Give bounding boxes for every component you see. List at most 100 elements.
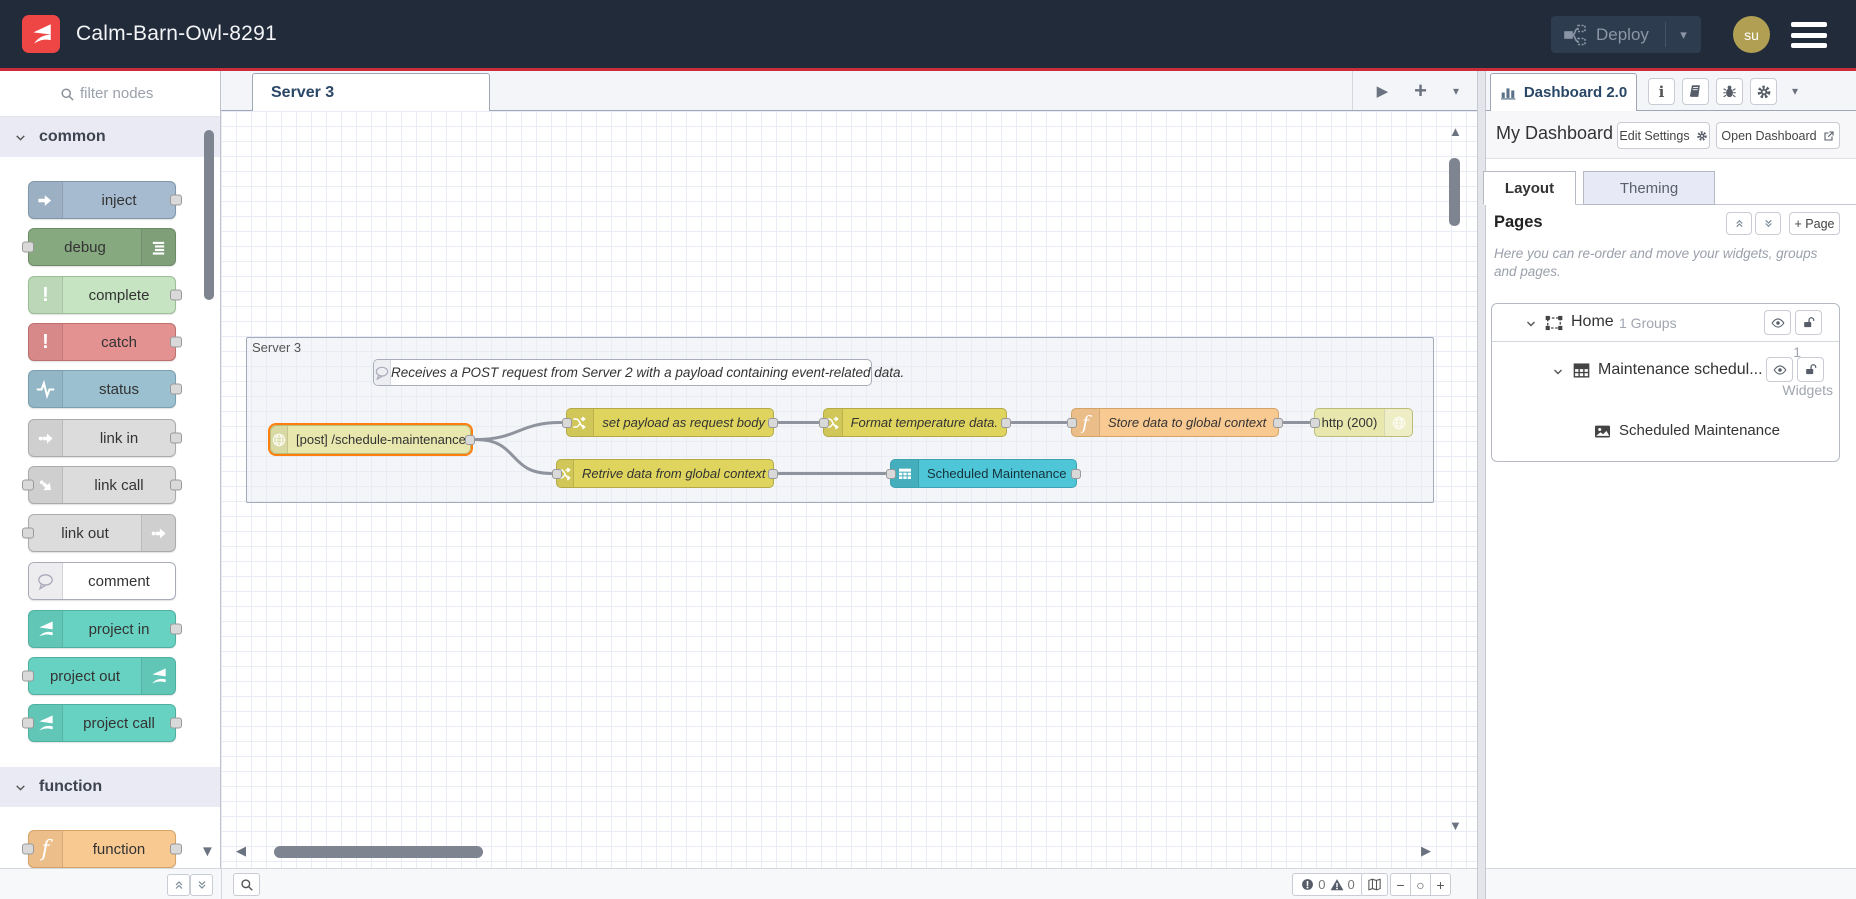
input-port[interactable]: [22, 717, 34, 729]
output-port[interactable]: [170, 336, 182, 348]
notification-counts[interactable]: 0 0: [1292, 873, 1364, 896]
eye-icon: [1771, 317, 1784, 328]
input-port[interactable]: [22, 670, 34, 682]
node-http-in[interactable]: [post] /schedule-maintenance: [268, 423, 475, 456]
help-tab-button[interactable]: [1682, 78, 1709, 105]
palette-scroll-down-icon[interactable]: ▼: [200, 843, 215, 860]
input-port[interactable]: [886, 468, 896, 479]
open-dashboard-button[interactable]: Open Dashboard: [1716, 122, 1840, 149]
output-port[interactable]: [465, 434, 475, 445]
tab-theming[interactable]: Theming: [1583, 171, 1715, 205]
output-port[interactable]: [170, 432, 182, 444]
palette-node-debug[interactable]: debug: [22, 228, 176, 266]
input-port[interactable]: [1310, 417, 1320, 428]
tab-dashboard-2[interactable]: Dashboard 2.0: [1490, 73, 1637, 111]
flow-list-caret-icon[interactable]: ▾: [1453, 84, 1459, 98]
user-avatar[interactable]: su: [1733, 16, 1770, 53]
zoom-out-button[interactable]: −: [1390, 873, 1411, 896]
output-port[interactable]: [170, 289, 182, 301]
scroll-up-icon[interactable]: ▲: [1449, 125, 1462, 138]
input-port[interactable]: [1067, 417, 1077, 428]
tab-layout[interactable]: Layout: [1483, 171, 1576, 205]
scroll-left-icon[interactable]: ◀: [236, 844, 246, 857]
node-ui-table[interactable]: Scheduled Maintenance: [886, 459, 1081, 488]
input-port[interactable]: [819, 417, 829, 428]
move-page-down-button[interactable]: [1755, 212, 1781, 235]
add-page-button[interactable]: + Page: [1789, 212, 1840, 235]
node-comment[interactable]: Receives a POST request from Server 2 wi…: [373, 359, 904, 386]
output-port[interactable]: [170, 479, 182, 491]
palette-node-function[interactable]: f function: [22, 830, 182, 868]
node-format-temperature[interactable]: Format temperature data.: [819, 408, 1011, 437]
output-port[interactable]: [170, 623, 182, 635]
palette-category-function[interactable]: function: [0, 767, 220, 807]
filter-nodes-input[interactable]: [78, 84, 208, 103]
tree-row-page-home[interactable]: Home 1 Groups: [1492, 304, 1839, 342]
move-page-up-button[interactable]: [1726, 212, 1752, 235]
palette-category-common[interactable]: common: [0, 117, 220, 157]
palette-node-project-call[interactable]: project call: [22, 704, 182, 742]
palette-node-project-in[interactable]: project in: [28, 610, 182, 648]
input-port[interactable]: [22, 241, 34, 253]
node-http-response[interactable]: http (200): [1310, 408, 1413, 437]
debug-tab-button[interactable]: [1716, 78, 1743, 105]
minimap-button[interactable]: [1361, 873, 1388, 896]
scroll-right-icon[interactable]: ▶: [1421, 844, 1431, 857]
deploy-options-caret-icon[interactable]: ▾: [1666, 27, 1701, 43]
output-port[interactable]: [170, 383, 182, 395]
tree-row-group-maintenance[interactable]: Maintenance schedul... 1 Widgets: [1492, 342, 1839, 404]
palette-node-project-out[interactable]: project out: [22, 657, 176, 695]
palette-node-catch[interactable]: ! catch: [28, 323, 182, 361]
info-tab-button[interactable]: i: [1648, 78, 1675, 105]
add-flow-icon[interactable]: +: [1414, 78, 1427, 104]
palette-node-inject[interactable]: inject: [28, 181, 182, 219]
palette-collapse-down-button[interactable]: [190, 874, 213, 896]
input-port[interactable]: [22, 527, 34, 539]
input-port[interactable]: [22, 843, 34, 855]
node-store-global[interactable]: f Store data to global context: [1067, 408, 1283, 437]
sidebar-options-caret-icon[interactable]: ▾: [1792, 84, 1798, 98]
palette-node-comment[interactable]: comment: [28, 562, 176, 600]
edit-settings-button[interactable]: Edit Settings: [1617, 122, 1710, 149]
palette-node-complete[interactable]: ! complete: [28, 276, 182, 314]
palette-scrollbar-thumb[interactable]: [204, 130, 214, 300]
vertical-scrollbar-thumb[interactable]: [1449, 158, 1460, 226]
expand-tabs-icon[interactable]: ▶: [1377, 82, 1389, 100]
output-port[interactable]: [768, 468, 778, 479]
tree-row-widget-scheduled-maintenance[interactable]: Scheduled Maintenance: [1492, 404, 1839, 462]
lock-toggle-button[interactable]: [1795, 310, 1822, 335]
input-port[interactable]: [22, 479, 34, 491]
toggle-visibility-button[interactable]: [1764, 310, 1791, 335]
output-port[interactable]: [1273, 417, 1283, 428]
deploy-button[interactable]: Deploy ▾: [1551, 16, 1701, 53]
input-port[interactable]: [552, 468, 562, 479]
zoom-reset-button[interactable]: ○: [1410, 873, 1431, 896]
output-port[interactable]: [170, 194, 182, 206]
palette-node-link-out[interactable]: link out: [22, 514, 176, 552]
search-flows-button[interactable]: [233, 873, 260, 896]
flow-canvas[interactable]: Server 3 Receives a POST request from Se…: [221, 111, 1477, 868]
zoom-in-button[interactable]: +: [1430, 873, 1451, 896]
output-port[interactable]: [768, 417, 778, 428]
output-port[interactable]: [1001, 417, 1011, 428]
main-menu-button[interactable]: [1791, 22, 1827, 48]
output-port[interactable]: [170, 843, 182, 855]
palette-node-link-call[interactable]: link call: [22, 466, 182, 504]
output-port[interactable]: [1071, 468, 1081, 479]
palette-node-status[interactable]: status: [28, 370, 182, 408]
tab-server-3[interactable]: Server 3: [252, 73, 490, 111]
output-port[interactable]: [170, 717, 182, 729]
wire[interactable]: [474, 421, 563, 441]
scroll-down-icon[interactable]: ▼: [1449, 819, 1462, 832]
node-retrieve-global[interactable]: Retrive data from global context: [552, 459, 778, 488]
input-port[interactable]: [562, 417, 572, 428]
toggle-visibility-button[interactable]: [1766, 357, 1793, 382]
palette-collapse-up-button[interactable]: [167, 874, 190, 896]
wire[interactable]: [474, 438, 553, 475]
lock-toggle-button[interactable]: [1797, 357, 1824, 382]
node-set-payload[interactable]: set payload as request body: [562, 408, 778, 437]
palette-node-link-in[interactable]: link in: [28, 419, 182, 457]
config-nodes-tab-button[interactable]: [1750, 78, 1777, 105]
horizontal-scrollbar-thumb[interactable]: [274, 846, 483, 858]
palette-filter[interactable]: [0, 71, 220, 117]
